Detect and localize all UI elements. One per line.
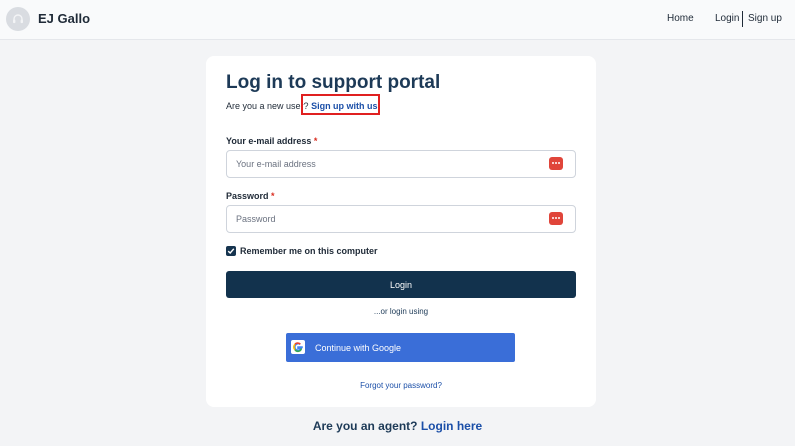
agent-prompt-text: Are you an agent? [312,419,418,433]
email-input[interactable] [226,150,576,178]
required-mark: * [313,136,318,146]
login-button[interactable]: Login [226,271,576,298]
page-title: Log in to support portal [226,72,441,93]
checkmark-icon [227,248,235,255]
remember-me-checkbox[interactable] [226,246,236,256]
remember-me-label: Remember me on this computer [240,246,378,256]
new-user-text: Are you a new user? [226,101,309,111]
google-g-icon [291,340,305,354]
password-label-text: Password [226,191,269,201]
continue-with-google-button[interactable]: Continue with Google [286,333,515,362]
or-login-using-text: ...or login using [373,307,429,316]
brand-name[interactable]: EJ Gallo [38,11,90,26]
password-input[interactable] [226,205,576,233]
agent-login-link[interactable]: Login here [421,419,482,433]
login-card: Log in to support portal Are you a new u… [206,56,596,407]
highlight-box [301,94,380,115]
google-button-label: Continue with Google [315,343,402,353]
required-mark: * [271,191,275,201]
email-label: Your e-mail address * [226,136,317,146]
forgot-password-link[interactable]: Forgot your password? [206,381,596,390]
password-manager-icon[interactable] [549,157,563,170]
headset-icon[interactable] [6,7,30,31]
password-label: Password * [226,191,275,201]
agent-login-prompt: Are you an agent? Login here [0,419,795,433]
password-manager-icon[interactable] [549,212,563,225]
nav-signup-link[interactable]: Sign up [748,13,782,24]
top-navigation-bar: EJ Gallo Home Login Sign up [0,0,795,40]
nav-divider [742,11,743,27]
email-label-text: Your e-mail address [226,136,312,146]
remember-me-row[interactable]: Remember me on this computer [226,246,426,258]
nav-login-link[interactable]: Login [715,13,739,24]
nav-home-link[interactable]: Home [667,13,694,24]
